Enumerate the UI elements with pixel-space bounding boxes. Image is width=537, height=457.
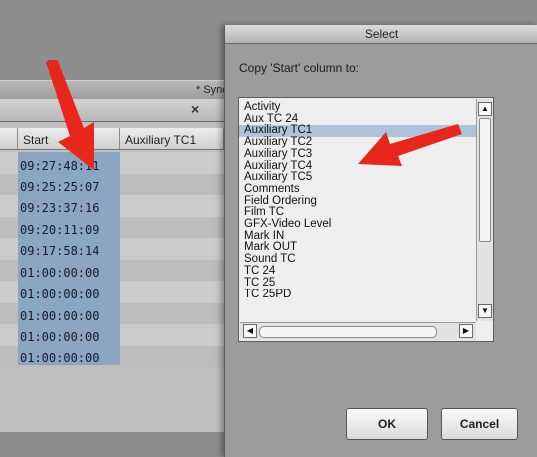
- scroll-left-arrow-icon[interactable]: ◀: [243, 324, 257, 338]
- cancel-button[interactable]: Cancel: [441, 408, 518, 440]
- start-cell[interactable]: 01:00:00:00: [20, 351, 99, 365]
- start-cell[interactable]: 01:00:00:00: [20, 266, 99, 280]
- vertical-scrollbar[interactable]: ▲ ▼: [476, 99, 493, 321]
- start-cell[interactable]: 09:17:58:14: [20, 244, 99, 258]
- red-annotation-arrow-icon: [358, 124, 462, 166]
- start-cell[interactable]: 01:00:00:00: [20, 309, 99, 323]
- dialog-title: Select: [225, 25, 537, 44]
- start-cell[interactable]: 01:00:00:00: [20, 287, 99, 301]
- start-cell[interactable]: 09:20:11:09: [20, 223, 99, 237]
- scroll-down-arrow-icon[interactable]: ▼: [478, 304, 492, 318]
- scroll-up-arrow-icon[interactable]: ▲: [478, 102, 492, 116]
- start-cell[interactable]: 09:25:25:07: [20, 180, 99, 194]
- horizontal-scroll-thumb[interactable]: [259, 326, 437, 338]
- dialog-prompt: Copy 'Start' column to:: [239, 61, 359, 75]
- list-item[interactable]: Sound TC: [239, 253, 493, 266]
- list-item[interactable]: TC 25: [239, 277, 493, 290]
- list-item[interactable]: Comments: [239, 183, 493, 196]
- close-icon[interactable]: ×: [191, 101, 199, 117]
- ok-button[interactable]: OK: [346, 408, 428, 440]
- list-item[interactable]: GFX-Video Level: [239, 218, 493, 231]
- vertical-scroll-thumb[interactable]: [479, 118, 491, 242]
- list-item[interactable]: TC 24: [239, 265, 493, 278]
- start-cell[interactable]: 01:00:00:00: [20, 330, 99, 344]
- column-header-auxiliary-tc1[interactable]: Auxiliary TC1: [120, 128, 224, 150]
- list-item[interactable]: TC 25PD: [239, 289, 493, 299]
- horizontal-scrollbar[interactable]: ◀ ▶: [240, 322, 476, 340]
- list-item[interactable]: Activity: [239, 101, 493, 114]
- scroll-right-arrow-icon[interactable]: ▶: [459, 324, 473, 338]
- row-header-column: [0, 128, 18, 150]
- select-dialog: Select Copy 'Start' column to: Activity …: [224, 25, 537, 457]
- start-cell[interactable]: 09:23:37:16: [20, 201, 99, 215]
- red-annotation-arrow-icon: [46, 60, 94, 170]
